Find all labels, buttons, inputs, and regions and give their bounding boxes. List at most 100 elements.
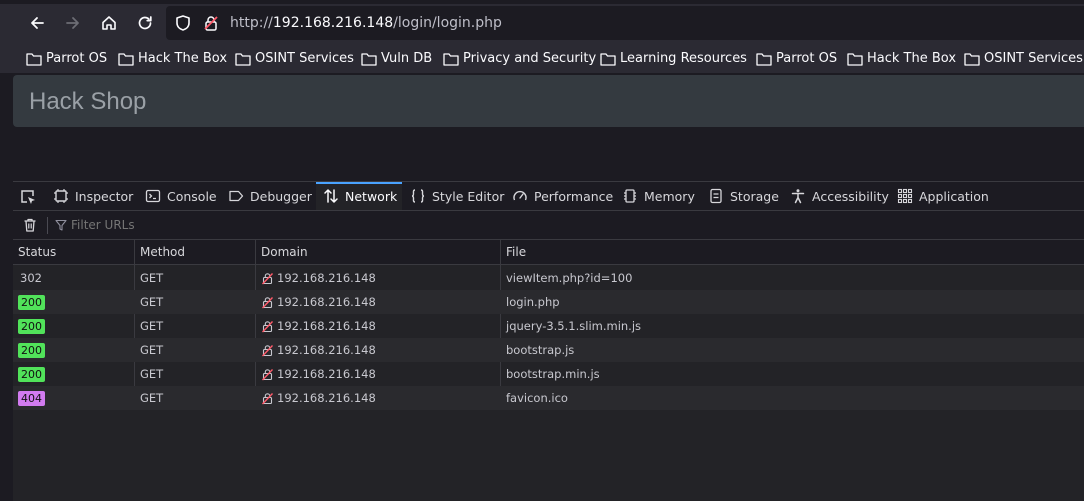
requests-table-body: 302 GET 192.168.216.148 viewItem.php?id=… [13, 266, 1084, 410]
column-header-method[interactable]: Method [134, 240, 255, 265]
tab-debugger[interactable]: Debugger [228, 182, 312, 210]
tab-label: Console [167, 188, 217, 204]
folder-icon [361, 53, 377, 66]
storage-icon [710, 188, 722, 204]
tab-inspector[interactable]: Inspector [53, 182, 133, 210]
bookmark-folder[interactable]: Hack The Box [118, 51, 227, 67]
filter-funnel-icon [55, 219, 67, 231]
tab-label: Accessibility [812, 188, 889, 204]
request-row[interactable]: 200 GET 192.168.216.148 login.php [13, 290, 1084, 314]
site-brand[interactable]: Hack Shop [29, 87, 146, 117]
insecure-connection-icon [261, 392, 274, 404]
request-domain: 192.168.216.148 [277, 319, 376, 333]
request-file: bootstrap.js [506, 343, 575, 357]
folder-icon [600, 53, 616, 66]
tab-style-editor[interactable]: Style Editor [410, 182, 504, 210]
bookmark-label: Privacy and Security [463, 51, 597, 66]
bookmark-folder[interactable]: OSINT Services [964, 51, 1083, 67]
tab-label: Memory [644, 188, 695, 204]
folder-icon [235, 53, 251, 66]
bookmark-folder[interactable]: OSINT Services [235, 51, 354, 67]
requests-table-header: Status Method Domain File [13, 240, 1084, 265]
tab-memory[interactable]: Memory [622, 182, 695, 210]
column-header-domain[interactable]: Domain [255, 240, 500, 265]
request-row[interactable]: 200 GET 192.168.216.148 jquery-3.5.1.sli… [13, 314, 1084, 338]
address-bar[interactable]: http://192.168.216.148/login/login.php [166, 6, 1084, 40]
filter-urls-input[interactable] [71, 216, 371, 235]
debugger-icon [229, 190, 244, 202]
tracking-protection-shield-icon[interactable] [174, 14, 192, 32]
back-button[interactable] [24, 10, 50, 36]
request-domain: 192.168.216.148 [277, 367, 376, 381]
request-row[interactable]: 200 GET 192.168.216.148 bootstrap.min.js [13, 362, 1084, 386]
request-method: GET [140, 319, 164, 333]
network-icon [324, 189, 338, 203]
column-header-status[interactable]: Status [13, 240, 134, 265]
reload-icon [138, 16, 152, 30]
insecure-connection-icon [261, 368, 274, 380]
request-method: GET [140, 367, 164, 381]
accessibility-icon [791, 189, 805, 204]
bookmark-folder[interactable]: Privacy and Security [443, 51, 596, 67]
request-method: GET [140, 343, 164, 357]
bookmark-folder[interactable]: Parrot OS [26, 51, 107, 67]
status-badge: 200 [18, 343, 45, 358]
bookmark-folder[interactable]: Parrot OS [756, 51, 837, 67]
tab-network[interactable]: Network [316, 182, 402, 210]
url-host: 192.168.216.148 [272, 15, 394, 31]
tab-label: Debugger [250, 188, 312, 204]
status-code: 302 [20, 271, 42, 285]
request-domain: 192.168.216.148 [277, 391, 376, 405]
request-row[interactable]: 200 GET 192.168.216.148 bootstrap.js [13, 338, 1084, 362]
clear-requests-trash-icon[interactable] [22, 217, 38, 233]
status-badge: 200 [18, 295, 45, 310]
folder-icon [443, 53, 459, 66]
bookmark-label: Learning Resources [620, 51, 747, 66]
request-method: GET [140, 271, 164, 285]
tab-label: Storage [730, 188, 779, 204]
folder-icon [118, 53, 134, 66]
site-navbar: Hack Shop [13, 75, 1084, 127]
insecure-connection-icon [261, 344, 274, 356]
devtools-tab-bar: Inspector Console Debugger Network Style… [13, 182, 1084, 211]
forward-button[interactable] [60, 10, 86, 36]
bookmarks-toolbar: Parrot OS Hack The Box OSINT Services Vu… [0, 45, 1084, 73]
reload-button[interactable] [132, 10, 158, 36]
back-arrow-icon [31, 17, 44, 29]
folder-icon [964, 53, 980, 66]
memory-icon [624, 189, 636, 203]
insecure-lock-icon[interactable] [202, 14, 220, 32]
request-row[interactable]: 302 GET 192.168.216.148 viewItem.php?id=… [13, 266, 1084, 290]
tab-label: Style Editor [432, 188, 505, 204]
status-badge: 200 [18, 319, 45, 334]
insecure-connection-icon [261, 296, 274, 308]
insecure-connection-icon [261, 320, 274, 332]
console-icon [145, 189, 161, 203]
url-text[interactable]: http://192.168.216.148/login/login.php [230, 14, 502, 32]
bookmark-folder[interactable]: Learning Resources [600, 51, 747, 67]
tab-performance[interactable]: Performance [512, 182, 613, 210]
folder-icon [847, 53, 863, 66]
request-method: GET [140, 295, 164, 309]
home-button[interactable] [96, 10, 122, 36]
bookmark-folder[interactable]: Vuln DB [361, 51, 432, 67]
tab-console[interactable]: Console [145, 182, 217, 210]
request-file: login.php [506, 295, 560, 309]
bookmark-folder[interactable]: Hack The Box [847, 51, 956, 67]
bookmark-label: Hack The Box [138, 51, 228, 66]
request-file: favicon.ico [506, 391, 568, 405]
toolbar-divider [47, 217, 48, 234]
tab-application[interactable]: Application [897, 182, 989, 210]
url-path: /login/login.php [393, 15, 502, 31]
tab-accessibility[interactable]: Accessibility [790, 182, 889, 210]
insecure-connection-icon [261, 272, 274, 284]
request-row[interactable]: 404 GET 192.168.216.148 favicon.ico [13, 386, 1084, 410]
request-domain: 192.168.216.148 [277, 295, 376, 309]
column-header-file[interactable]: File [500, 240, 1084, 265]
tab-storage[interactable]: Storage [708, 182, 779, 210]
status-badge: 200 [18, 367, 45, 382]
bookmark-label: Vuln DB [381, 51, 433, 66]
element-picker-icon[interactable] [19, 188, 37, 206]
inspector-icon [54, 189, 68, 203]
page-content: Hack Shop [0, 73, 1084, 181]
